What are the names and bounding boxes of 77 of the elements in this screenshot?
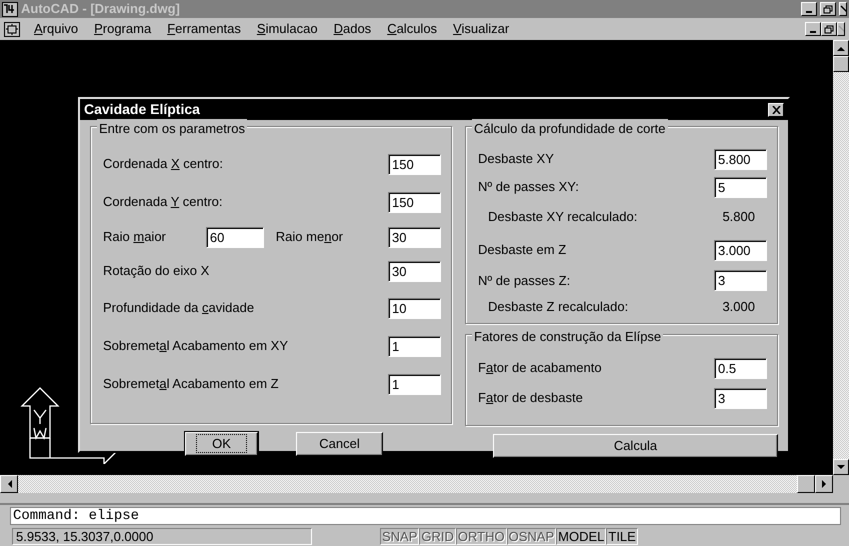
dialog-title: Cavidade Elíptica: [84, 100, 200, 119]
close-button[interactable]: [768, 102, 784, 116]
status-toggle[interactable]: TILE: [606, 528, 638, 545]
document-icon: [4, 22, 20, 36]
coordinates-display: 5.9533, 15.3037,0.0000: [12, 528, 312, 545]
field-label: Sobremetal Acabamento em Z: [103, 375, 279, 394]
menu-item[interactable]: Ferramentas: [165, 19, 243, 39]
input-field[interactable]: 3: [714, 270, 767, 291]
menu-item[interactable]: Arquivo: [32, 19, 80, 39]
down-arrow-icon: [837, 464, 845, 470]
input-field[interactable]: 150: [388, 154, 441, 174]
horizontal-scrollbar[interactable]: [0, 475, 833, 493]
field-label: Raio menor: [276, 228, 343, 246]
group-title: Entre com os parametros: [97, 119, 247, 138]
field-label: Rotação do eixo X: [103, 262, 210, 280]
readout-value: 3.000: [722, 298, 755, 316]
input-field[interactable]: 60: [206, 226, 264, 248]
menu-item[interactable]: Calculos: [385, 19, 440, 39]
input-field[interactable]: 10: [388, 298, 441, 318]
dialog-button[interactable]: OK: [185, 432, 258, 456]
group-title: Cálculo da profundidade de corte: [472, 119, 668, 138]
field-label: Sobremetal Acabamento em XY: [103, 337, 288, 356]
input-field[interactable]: 1: [388, 374, 441, 394]
input-field[interactable]: 30: [388, 226, 441, 248]
close-icon: [772, 106, 780, 114]
scroll-thumb[interactable]: [797, 475, 815, 493]
restore-icon: [824, 24, 834, 34]
right-arrow-icon: [822, 480, 826, 488]
close-button[interactable]: [837, 22, 845, 36]
input-field[interactable]: 5.800: [714, 148, 767, 170]
field-label: Cordenada X centro:: [103, 155, 223, 174]
scroll-thumb[interactable]: [833, 56, 849, 72]
restore-button[interactable]: [820, 2, 836, 16]
minimize-button[interactable]: [805, 22, 821, 36]
menu-item[interactable]: Visualizar: [451, 19, 512, 39]
menu-item[interactable]: Dados: [332, 19, 374, 39]
input-field[interactable]: 3: [714, 388, 767, 408]
status-toggle[interactable]: SNAP: [380, 528, 420, 545]
readout-value: 5.800: [722, 208, 755, 226]
field-label: Desbaste Z recalculado:: [488, 298, 628, 316]
minimize-button[interactable]: [801, 2, 817, 16]
close-icon: [838, 24, 844, 34]
status-toggle[interactable]: GRID: [419, 528, 456, 545]
vertical-scrollbar[interactable]: [833, 40, 849, 475]
field-label: Fator de acabamento: [478, 359, 602, 378]
up-arrow-icon: [837, 46, 845, 50]
input-field[interactable]: 150: [388, 192, 441, 212]
app-icon: [2, 2, 18, 16]
field-label: Raio maior: [103, 228, 166, 246]
field-label: Fator de desbaste: [478, 389, 583, 408]
menu-item[interactable]: Simulacao: [254, 19, 320, 39]
field-label: Nº de passes XY:: [478, 178, 579, 196]
status-toggle[interactable]: MODEL: [556, 528, 606, 545]
field-label: Desbaste XY recalculado:: [488, 208, 638, 226]
field-label: Desbaste em Z: [478, 241, 566, 260]
minimize-icon: [806, 11, 812, 13]
status-toggle[interactable]: ORTHO: [456, 528, 507, 545]
input-field[interactable]: 1: [388, 336, 441, 356]
dialog-button[interactable]: Cancel: [296, 432, 383, 456]
field-label: Nº de passes Z:: [478, 272, 570, 290]
menu-item[interactable]: Programa: [92, 19, 154, 39]
left-arrow-icon: [6, 480, 12, 488]
status-toggle[interactable]: OSNAP: [506, 528, 556, 545]
restore-button[interactable]: [821, 22, 837, 36]
close-button[interactable]: [839, 2, 847, 16]
minimize-icon: [810, 31, 816, 33]
close-icon: [840, 4, 846, 14]
input-field[interactable]: 0.5: [714, 358, 767, 378]
input-field[interactable]: 5: [714, 176, 767, 198]
field-label: Cordenada Y centro:: [103, 193, 223, 212]
window-title: AutoCAD - [Drawing.dwg]: [21, 0, 181, 18]
field-label: Desbaste XY: [478, 150, 554, 168]
field-label: Profundidade da cavidade: [103, 299, 254, 318]
calculate-button[interactable]: Calcula: [493, 434, 778, 458]
input-field[interactable]: 30: [388, 260, 441, 282]
restore-icon: [823, 4, 833, 14]
input-field[interactable]: 3.000: [714, 240, 767, 260]
